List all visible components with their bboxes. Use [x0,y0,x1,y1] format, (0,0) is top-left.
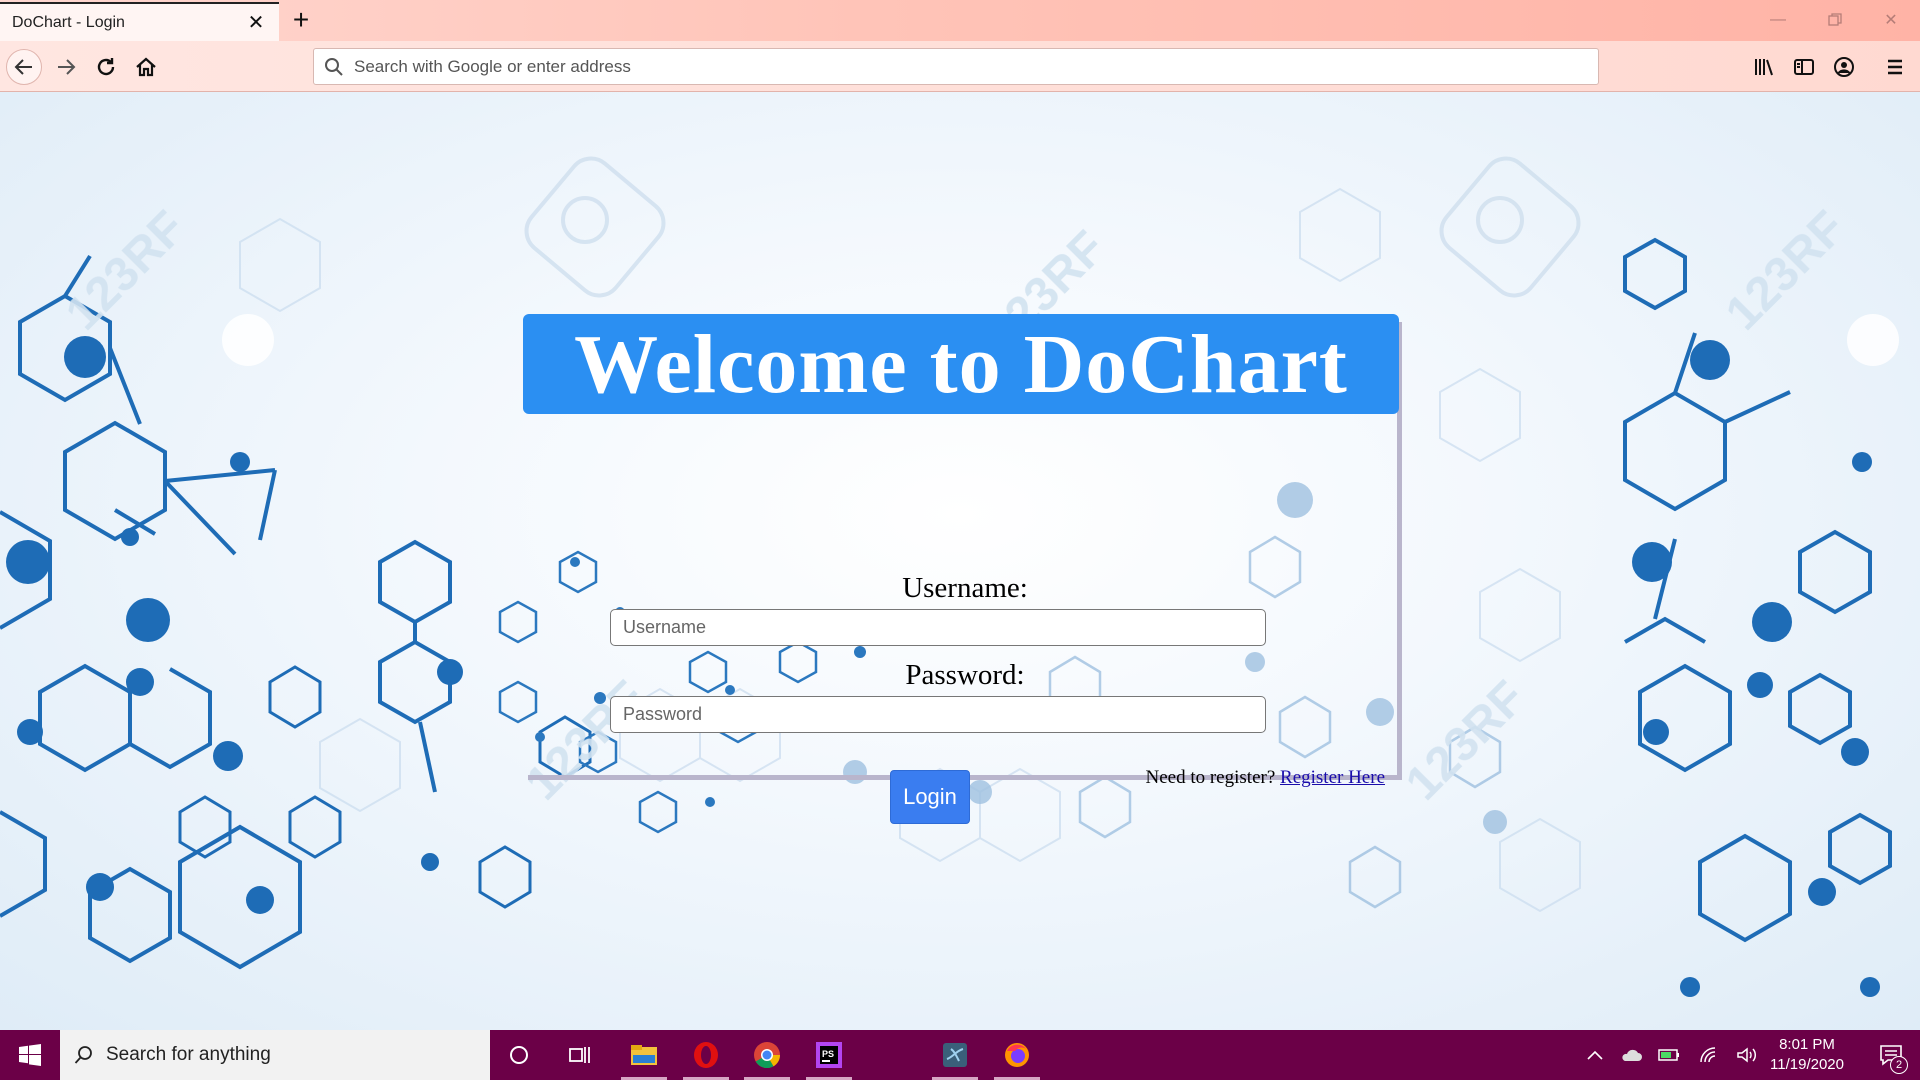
mysql-workbench-icon[interactable] [930,1030,980,1080]
close-tab-icon[interactable]: ✕ [245,12,267,34]
register-link[interactable]: Register Here [1280,767,1385,788]
system-clock[interactable]: 8:01 PM 11/19/2020 [1762,1035,1852,1075]
page-title: Welcome to DoChart [574,317,1348,411]
menu-icon[interactable] [1877,49,1913,85]
onedrive-icon[interactable] [1614,1030,1648,1080]
opera-icon[interactable] [681,1030,731,1080]
search-icon [325,57,343,76]
notification-count-badge: 2 [1890,1056,1908,1074]
page-content: 123RF 123RF 123RF 123RF 123RF Welcome to… [0,92,1920,1030]
svg-text:123RF: 123RF [1396,671,1535,810]
register-prompt-text: Need to register? [1145,767,1276,788]
clock-date: 11/19/2020 [1770,1056,1844,1073]
library-icon[interactable] [1746,49,1782,85]
forward-icon[interactable] [48,49,84,85]
username-field[interactable] [610,609,1266,646]
restore-icon[interactable] [1820,8,1850,32]
login-panel: Welcome to DoChart Username: Password: L… [523,314,1402,824]
wifi-icon[interactable] [1692,1030,1726,1080]
windows-start-icon[interactable] [0,1030,60,1080]
minimize-icon[interactable]: — [1763,8,1793,32]
chrome-icon[interactable] [742,1030,792,1080]
file-explorer-icon[interactable] [619,1030,669,1080]
cortana-icon[interactable] [494,1030,544,1080]
tab-title: DoChart - Login [12,13,125,31]
account-icon[interactable] [1826,49,1862,85]
address-bar[interactable] [313,48,1599,85]
firefox-icon[interactable] [992,1030,1042,1080]
username-label: Username: [902,572,1028,604]
taskbar-search[interactable]: Search for anything [60,1030,490,1080]
browser-tab[interactable]: DoChart - Login ✕ [0,2,279,41]
taskbar-search-placeholder: Search for anything [106,1044,271,1065]
reload-icon[interactable] [88,49,124,85]
phpstorm-icon[interactable]: PS [804,1030,854,1080]
password-field[interactable] [610,696,1266,733]
navigation-toolbar [0,41,1920,92]
sidebar-icon[interactable] [1786,49,1822,85]
browser-tab-bar: DoChart - Login ✕ + — ✕ [0,0,1920,41]
action-center-icon[interactable]: 2 [1866,1030,1916,1080]
password-label: Password: [905,659,1025,691]
show-hidden-icons-icon[interactable] [1578,1030,1612,1080]
register-prompt: Need to register? Register Here [1145,767,1385,789]
svg-text:123RF: 123RF [1716,201,1855,340]
battery-icon[interactable] [1652,1030,1686,1080]
new-tab-icon[interactable]: + [287,6,315,34]
login-button[interactable]: Login [890,770,970,824]
svg-text:123RF: 123RF [56,201,195,340]
svg-text:PS: PS [822,1049,834,1059]
address-input[interactable] [354,56,1554,77]
task-view-icon[interactable] [555,1030,605,1080]
volume-icon[interactable] [1730,1030,1764,1080]
welcome-banner: Welcome to DoChart [523,314,1399,414]
taskbar: Search for anything PS 8:01 PM 11/19/202… [0,1030,1920,1080]
clock-time: 8:01 PM [1779,1036,1835,1053]
home-icon[interactable] [128,49,164,85]
search-icon [74,1046,92,1064]
back-icon[interactable] [6,49,42,85]
close-window-icon[interactable]: ✕ [1876,8,1906,32]
